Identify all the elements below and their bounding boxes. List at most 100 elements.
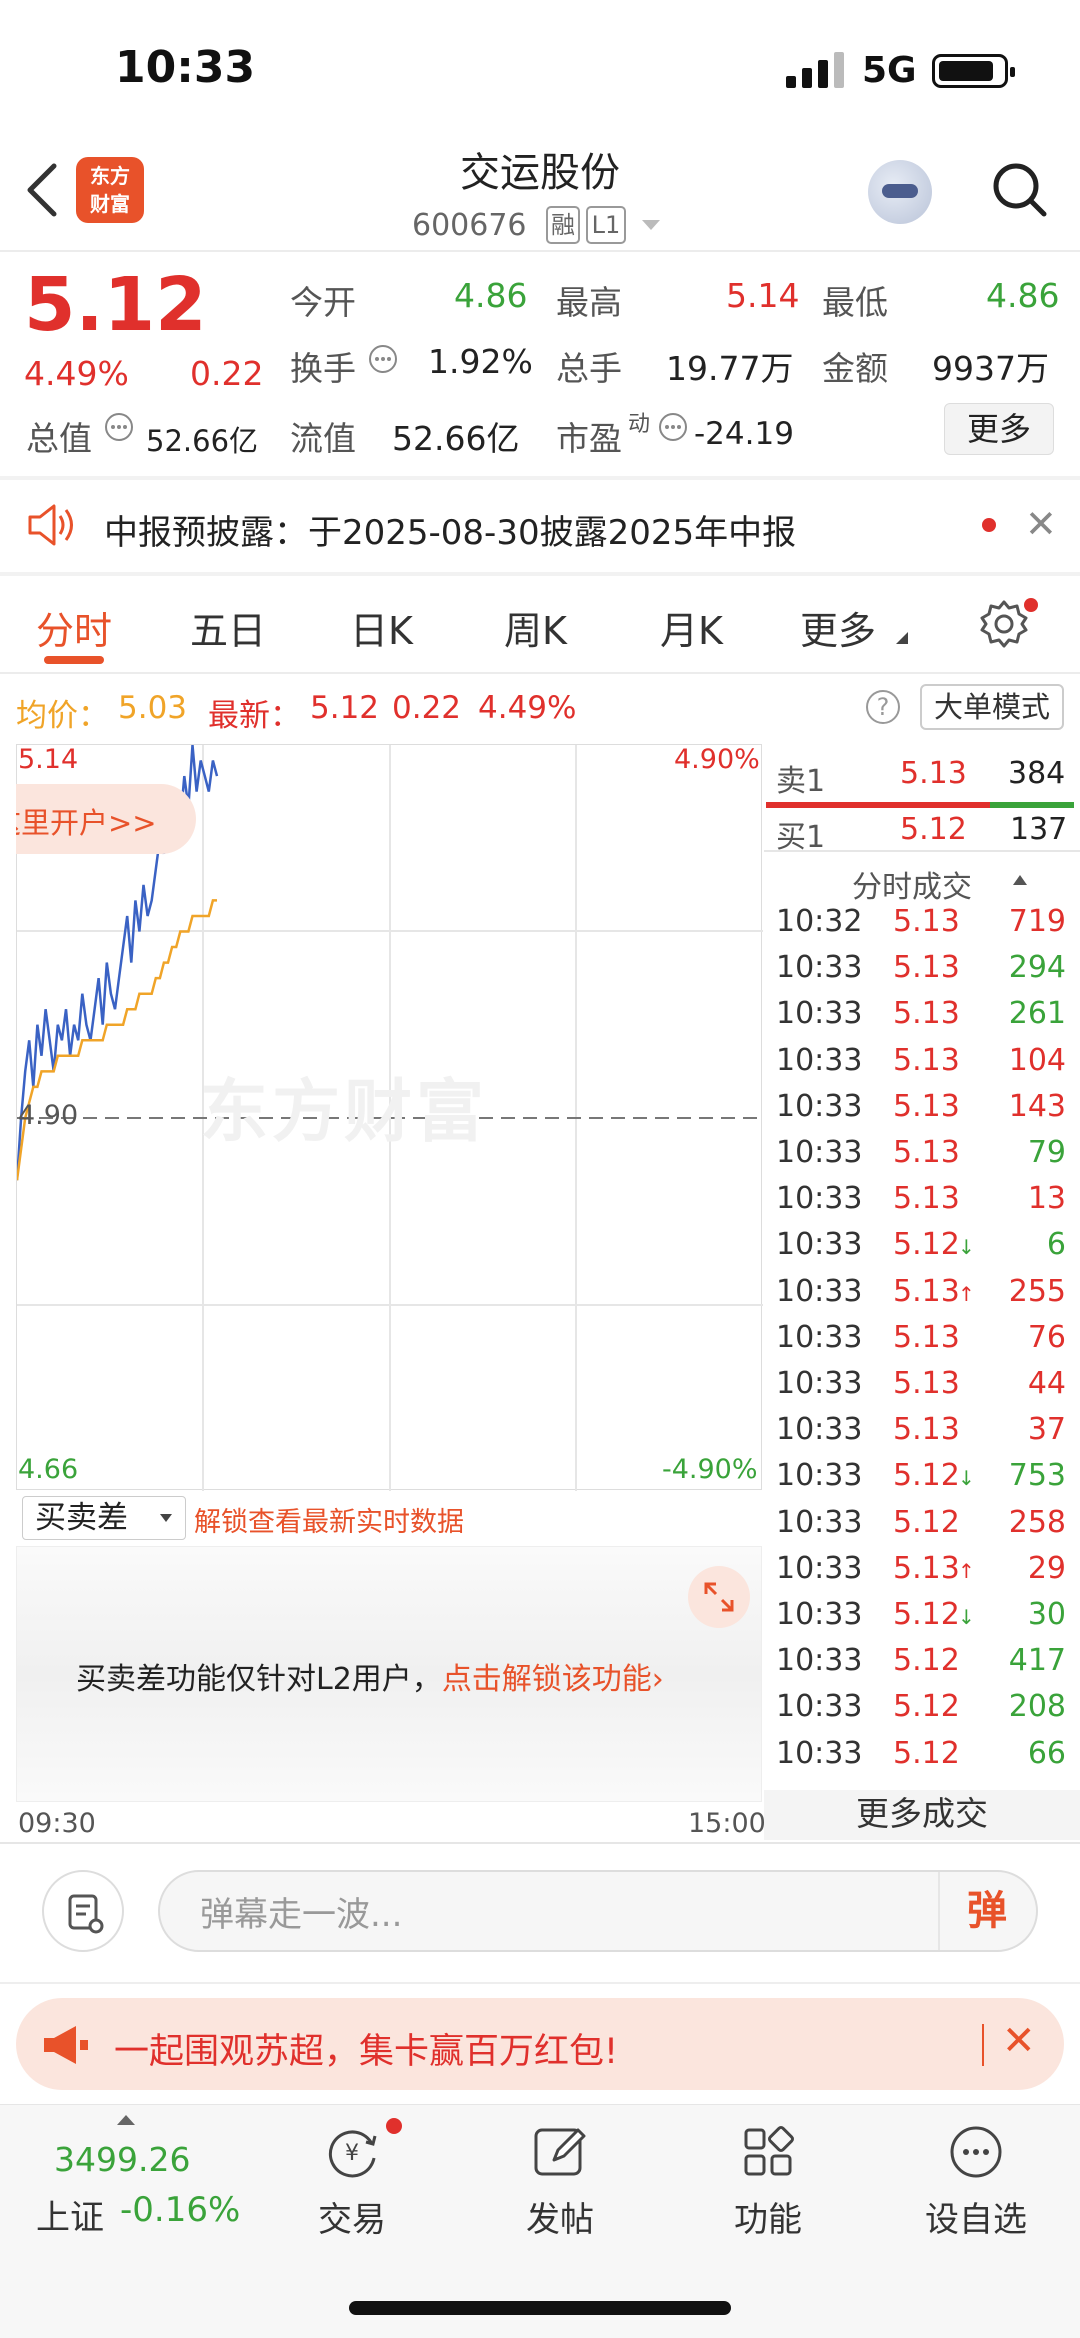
avg-value: 5.03 (118, 690, 188, 726)
tick-price: 5.13 (893, 1366, 960, 1401)
expand-up-icon[interactable] (116, 2114, 136, 2126)
tick-volume: 13 (1027, 1181, 1066, 1217)
expand-icon[interactable] (688, 1566, 750, 1628)
tick-price: 5.13 (893, 1273, 960, 1309)
megaphone-icon (44, 2026, 88, 2064)
app-logo: 东方 财富 (76, 157, 144, 223)
nav-functions[interactable]: 功能 (693, 2192, 843, 2241)
tab-daily-k[interactable]: 日K (350, 600, 413, 655)
notice-close-icon[interactable]: ✕ (1025, 502, 1057, 546)
tick-volume: 79 (1027, 1135, 1066, 1170)
avg-price-line (17, 899, 217, 1181)
more-dots-icon[interactable] (946, 2122, 1006, 2182)
search-icon[interactable] (990, 160, 1050, 220)
volume-value: 19.77万 (666, 349, 794, 388)
pe-value: -24.19 (694, 416, 794, 452)
latest-label: 最新： (208, 698, 301, 734)
tick-price: 5.12 (893, 1597, 960, 1632)
big-order-mode-button[interactable]: 大单模式 (920, 684, 1064, 730)
tick-volume: 37 (1027, 1412, 1066, 1448)
indicator-select[interactable]: 买卖差 (22, 1496, 186, 1540)
disclosure-notice[interactable]: 中报预披露：于2025-08-30披露2025年中报 (104, 505, 796, 554)
danmaku-settings-icon[interactable] (42, 1870, 124, 1952)
assistant-robot-icon[interactable] (868, 160, 932, 224)
tab-weekly-k[interactable]: 周K (504, 600, 567, 655)
tick-price: 5.12 (893, 1689, 960, 1725)
index-change: -0.16% (120, 2190, 241, 2230)
back-icon[interactable] (22, 160, 62, 220)
trade-icon[interactable]: ¥ (322, 2122, 382, 2182)
mktcap-label: 总值 (26, 419, 92, 458)
unread-dot (982, 518, 996, 532)
more-info-icon[interactable] (104, 412, 134, 442)
tick-row: 10:33 5.13 ↑ 29 (776, 1551, 1066, 1597)
bid-volume: 137 (1010, 812, 1068, 847)
tick-price: 5.12 (893, 1643, 960, 1679)
tick-time: 10:33 (776, 1273, 863, 1309)
low-label: 最低 (822, 283, 888, 322)
tick-row: 10:33 5.12 66 (776, 1736, 1066, 1782)
pe-superscript: 动 (628, 412, 651, 437)
tick-time: 10:33 (776, 950, 863, 986)
apps-grid-icon[interactable] (738, 2122, 798, 2182)
ask-price: 5.13 (900, 756, 967, 791)
tick-row: 10:33 5.13 294 (776, 950, 1066, 996)
tick-price: 5.13 (893, 1412, 960, 1448)
banner-close-icon[interactable]: ✕ (1002, 2018, 1036, 2064)
x-end-label: 15:00 (688, 1808, 766, 1839)
danmaku-placeholder: 弹幕走一波... (200, 1895, 403, 1935)
open-value: 4.86 (454, 276, 528, 315)
latest-value: 5.12 (310, 690, 380, 726)
nav-trade[interactable]: 交易 (277, 2192, 427, 2241)
tick-volume: 719 (1008, 904, 1066, 939)
nav-add-watchlist[interactable]: 设自选 (901, 2192, 1051, 2241)
more-info-icon[interactable] (658, 412, 688, 442)
more-trades-button[interactable]: 更多成交 (764, 1790, 1080, 1840)
post-edit-icon[interactable] (530, 2122, 590, 2182)
tick-time: 10:33 (776, 1366, 863, 1401)
tick-volume: 66 (1027, 1735, 1066, 1771)
settings-badge-dot (1024, 598, 1038, 612)
tick-price: 5.13 (893, 904, 960, 939)
more-quote-button[interactable]: 更多 (944, 403, 1054, 455)
tick-volume: 6 (1046, 1227, 1066, 1263)
network-label: 5G (862, 50, 917, 91)
settings-gear-icon[interactable] (978, 598, 1030, 650)
tick-row: 10:33 5.13 44 (776, 1366, 1066, 1412)
mktcap-value: 52.66亿 (146, 424, 259, 458)
tab-monthly-k[interactable]: 月K (660, 600, 723, 655)
unlock-feature-link[interactable]: 点击解锁该功能› (442, 1662, 664, 1697)
danmaku-send-button[interactable]: 弹 (938, 1872, 1034, 1950)
tab-five-day[interactable]: 五日 (190, 600, 266, 655)
nav-post[interactable]: 发帖 (485, 2192, 635, 2241)
open-account-link[interactable]: 这里开户>> (16, 800, 174, 842)
tick-row: 10:33 5.12 208 (776, 1689, 1066, 1735)
unlock-data-link[interactable]: 解锁查看最新实时数据 (194, 1500, 464, 1539)
tick-price: 5.12 (893, 1504, 960, 1540)
divider (764, 850, 1080, 852)
help-icon[interactable]: ? (866, 690, 900, 724)
tick-row: 10:33 5.12 ↓ 30 (776, 1597, 1066, 1643)
tab-more[interactable]: 更多 (800, 600, 876, 655)
more-info-icon[interactable] (368, 344, 398, 374)
stock-code: 600676 (412, 208, 527, 243)
y-max-label: 5.14 (18, 744, 79, 775)
tick-direction-arrow: ↑ (958, 1281, 975, 1306)
low-value: 4.86 (986, 276, 1060, 315)
avg-label: 均价： (16, 698, 109, 734)
promo-banner-text[interactable]: 一起围观苏超，集卡赢百万红包! (114, 2023, 618, 2074)
tick-row: 10:33 5.12 417 (776, 1643, 1066, 1689)
tick-row: 10:33 5.13 37 (776, 1412, 1066, 1458)
tick-row: 10:33 5.13 79 (776, 1135, 1066, 1181)
status-time: 10:33 (115, 42, 256, 93)
chevron-down-icon[interactable] (640, 218, 662, 232)
tick-row: 10:33 5.12 ↓ 753 (776, 1458, 1066, 1504)
watermark: 东方财富 (200, 1073, 489, 1152)
collapse-up-icon[interactable] (1012, 874, 1028, 886)
tick-price: 5.12 (893, 1735, 960, 1771)
ask-volume: 384 (1008, 756, 1066, 791)
tab-intraday[interactable]: 分时 (36, 600, 112, 655)
battery-icon (932, 54, 1015, 88)
index-value[interactable]: 3499.26 (54, 2140, 190, 2179)
tick-direction-arrow: ↓ (958, 1605, 975, 1629)
